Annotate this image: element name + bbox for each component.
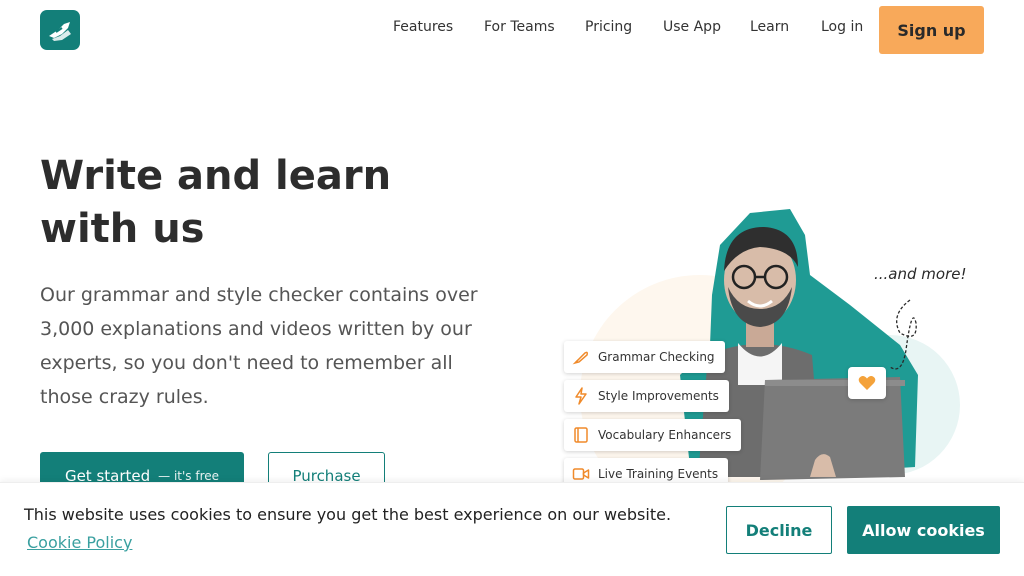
feature-vocabulary-enhancers: Vocabulary Enhancers [564,419,742,451]
feature-label: Live Training Events [598,467,719,481]
cookie-message: This website uses cookies to ensure you … [24,505,672,524]
cookie-banner: This website uses cookies to ensure you … [0,482,1024,576]
hero-subtitle: Our grammar and style checker contains o… [40,284,478,408]
cookie-policy-link[interactable]: Cookie Policy [27,533,132,552]
feature-style-improvements: Style Improvements [564,380,729,412]
feature-label: Grammar Checking [598,350,715,364]
nav-log-in[interactable]: Log in [821,19,863,35]
nav-pricing[interactable]: Pricing [585,19,632,35]
free-suffix: — it's free [158,469,220,483]
lightning-icon [575,387,587,405]
nav-for-teams[interactable]: For Teams [484,19,555,35]
sign-up-button[interactable]: Sign up [879,6,984,54]
nav-use-app[interactable]: Use App [663,19,721,35]
feature-label: Style Improvements [598,389,719,403]
decline-cookies-button[interactable]: Decline [726,506,832,554]
heart-card [848,367,886,399]
book-icon [574,427,588,443]
logo-icon[interactable] [40,10,80,50]
allow-cookies-button[interactable]: Allow cookies [847,506,1000,554]
hero-title: Write and learn with us [40,153,392,252]
and-more-label: ...and more! [874,265,967,283]
site-header: Features For Teams Pricing Use App Learn… [0,0,1024,60]
feather-icon [572,351,588,365]
video-camera-icon [572,468,590,480]
nav-features[interactable]: Features [393,19,453,35]
feature-label: Vocabulary Enhancers [598,428,732,442]
heart-icon [858,376,876,390]
hero-illustration: Grammar Checking Style Improvements Voca… [560,205,1000,490]
feature-grammar-checking: Grammar Checking [564,341,725,373]
nav-learn[interactable]: Learn [750,19,789,35]
